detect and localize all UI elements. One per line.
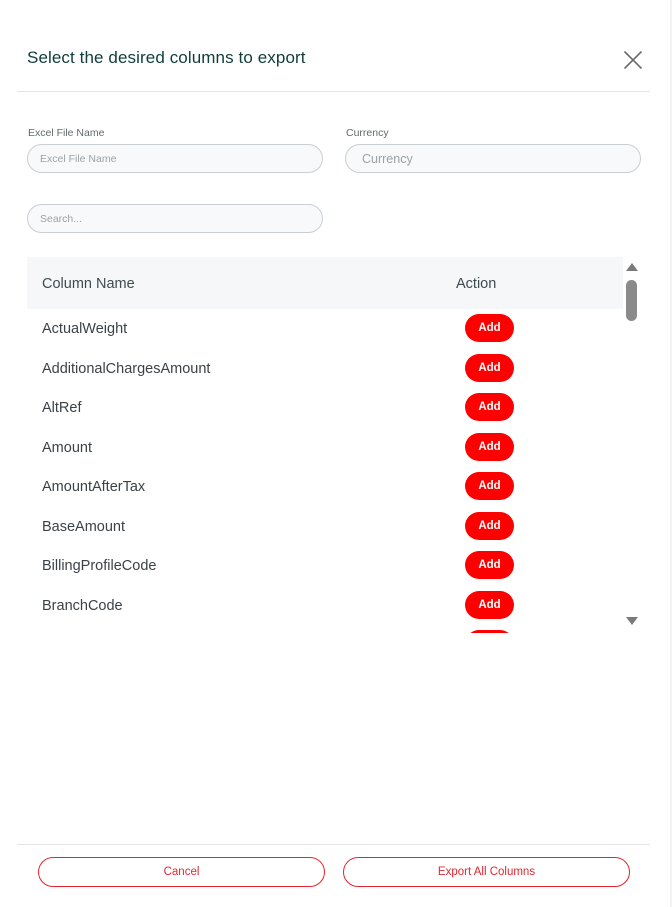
add-column-button[interactable] — [465, 630, 514, 633]
scrollbar-thumb[interactable] — [626, 280, 637, 321]
column-name-cell: BranchCode — [42, 597, 123, 614]
column-name-cell: BaseAmount — [42, 518, 126, 535]
columns-table: Column Name Action ActualWeight Add Addi… — [27, 257, 641, 633]
table-row: BaseAmount Add — [27, 507, 623, 547]
column-name-cell: ActualWeight — [42, 321, 128, 337]
add-column-button[interactable]: Add — [465, 472, 514, 500]
scroll-up-arrow-icon[interactable] — [626, 263, 638, 271]
export-all-columns-button[interactable]: Export All Columns — [343, 857, 630, 887]
add-column-button[interactable]: Add — [465, 432, 514, 461]
column-name-cell: AmountAfterTax — [42, 479, 146, 495]
table-row: AmountAfterTax Add — [27, 467, 623, 507]
add-column-button[interactable]: Add — [465, 511, 514, 540]
column-name-cell: AltRef — [42, 400, 82, 416]
table-row: BranchCode Add — [27, 586, 623, 626]
file-name-input[interactable] — [27, 144, 323, 173]
file-name-label: Excel File Name — [28, 127, 105, 139]
export-columns-dialog: Select the desired columns to export Exc… — [0, 0, 672, 907]
table-header: Column Name Action — [27, 257, 623, 309]
add-column-button[interactable]: Add — [465, 590, 514, 619]
column-name-cell: BillingProfileCode — [42, 558, 157, 574]
cancel-button[interactable]: Cancel — [38, 857, 325, 887]
close-button[interactable] — [622, 49, 644, 71]
action-header: Action — [456, 276, 497, 292]
dialog-header: Select the desired columns to export — [17, 0, 650, 92]
table-row: AdditionalChargesAmount Add — [27, 349, 623, 389]
add-column-button[interactable]: Add — [465, 314, 514, 342]
currency-label: Currency — [346, 127, 389, 139]
table-row: BillingProfileCode Add — [27, 546, 623, 586]
column-name-cell: AdditionalChargesAmount — [42, 360, 211, 377]
table-scrollbar[interactable] — [623, 257, 641, 633]
table-row: ActualWeight Add — [27, 309, 623, 349]
column-name-cell: Amount — [42, 439, 92, 456]
column-name-header: Column Name — [42, 276, 135, 292]
search-input[interactable] — [27, 204, 323, 233]
table-row — [27, 625, 623, 633]
add-column-button[interactable]: Add — [465, 353, 514, 382]
scroll-down-arrow-icon[interactable] — [626, 617, 638, 625]
table-row: AltRef Add — [27, 388, 623, 428]
add-column-button[interactable]: Add — [465, 551, 514, 579]
dialog-title: Select the desired columns to export — [27, 48, 306, 67]
close-icon — [624, 51, 642, 69]
dialog-footer: Cancel Export All Columns — [17, 844, 650, 907]
table-row: Amount Add — [27, 428, 623, 468]
add-column-button[interactable]: Add — [465, 393, 514, 421]
table-body: ActualWeight Add AdditionalChargesAmount… — [27, 309, 623, 633]
currency-input[interactable] — [345, 144, 641, 173]
